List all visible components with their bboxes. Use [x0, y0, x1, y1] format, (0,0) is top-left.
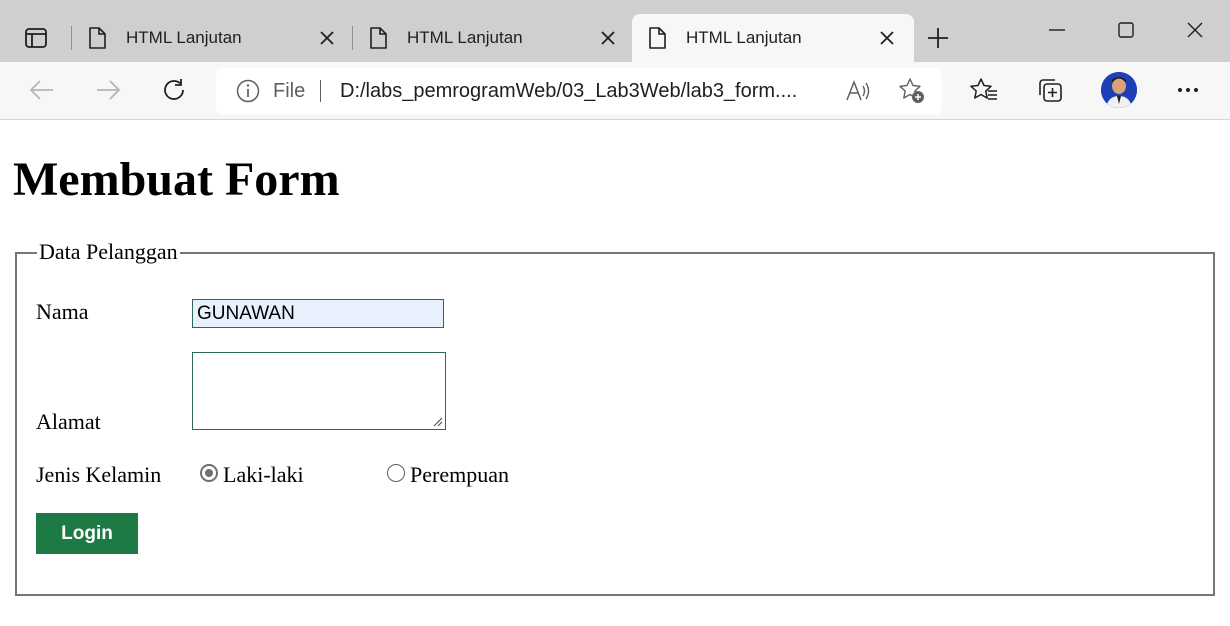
login-button[interactable]: Login	[36, 513, 138, 554]
tab-strip: HTML Lanjutan HTML Lanjutan HTML Lanjuta…	[0, 0, 1230, 62]
page-content: Membuat Form Data Pelanggan Nama GUNAWAN…	[0, 121, 1230, 626]
forward-icon[interactable]	[88, 72, 128, 108]
alamat-label: Alamat	[36, 409, 101, 434]
new-tab-icon[interactable]	[920, 22, 956, 54]
resize-grip-icon[interactable]	[433, 417, 443, 427]
add-favorite-icon[interactable]	[895, 76, 929, 106]
tab-title: HTML Lanjutan	[126, 28, 242, 47]
nama-label: Nama	[36, 299, 89, 324]
tab-2[interactable]: HTML Lanjutan	[353, 14, 623, 62]
favorites-icon[interactable]	[964, 72, 1004, 108]
radio-label-perempuan: Perempuan	[410, 462, 509, 487]
page-icon	[369, 27, 387, 54]
minimize-icon[interactable]	[1034, 14, 1080, 46]
url-text[interactable]: D:/labs_pemrogramWeb/03_Lab3Web/lab3_for…	[340, 80, 797, 103]
address-divider	[320, 80, 321, 102]
refresh-icon[interactable]	[154, 72, 194, 108]
jenis-kelamin-label: Jenis Kelamin	[36, 462, 162, 487]
radio-perempuan[interactable]	[387, 464, 405, 482]
close-icon[interactable]	[598, 28, 618, 48]
tab-actions-icon[interactable]	[18, 24, 54, 52]
tab-title: HTML Lanjutan	[686, 28, 802, 47]
close-icon[interactable]	[317, 28, 337, 48]
tab-3-active[interactable]: HTML Lanjutan	[632, 14, 914, 62]
page-icon	[88, 27, 106, 54]
alamat-textarea[interactable]	[192, 352, 446, 430]
tab-title: HTML Lanjutan	[407, 28, 523, 47]
page-title: Membuat Form	[13, 153, 340, 206]
tab-1[interactable]: HTML Lanjutan	[72, 14, 342, 62]
browser-toolbar: File D:/labs_pemrogramWeb/03_Lab3Web/lab…	[0, 62, 1230, 120]
radio-label-laki-laki: Laki-laki	[223, 462, 304, 487]
collections-icon[interactable]	[1030, 72, 1070, 108]
read-aloud-icon[interactable]	[841, 76, 875, 106]
more-icon[interactable]	[1168, 72, 1208, 108]
window-close-icon[interactable]	[1172, 14, 1218, 46]
close-icon[interactable]	[877, 28, 897, 48]
avatar[interactable]	[1101, 72, 1137, 108]
maximize-icon[interactable]	[1103, 14, 1149, 46]
info-icon[interactable]	[236, 79, 260, 108]
back-icon[interactable]	[22, 72, 62, 108]
fieldset-legend: Data Pelanggan	[37, 238, 180, 266]
page-icon	[648, 27, 666, 54]
scheme-label: File	[273, 80, 306, 102]
address-bar[interactable]: File D:/labs_pemrogramWeb/03_Lab3Web/lab…	[216, 68, 942, 114]
nama-input[interactable]: GUNAWAN	[192, 299, 444, 328]
radio-laki-laki[interactable]	[200, 464, 218, 482]
